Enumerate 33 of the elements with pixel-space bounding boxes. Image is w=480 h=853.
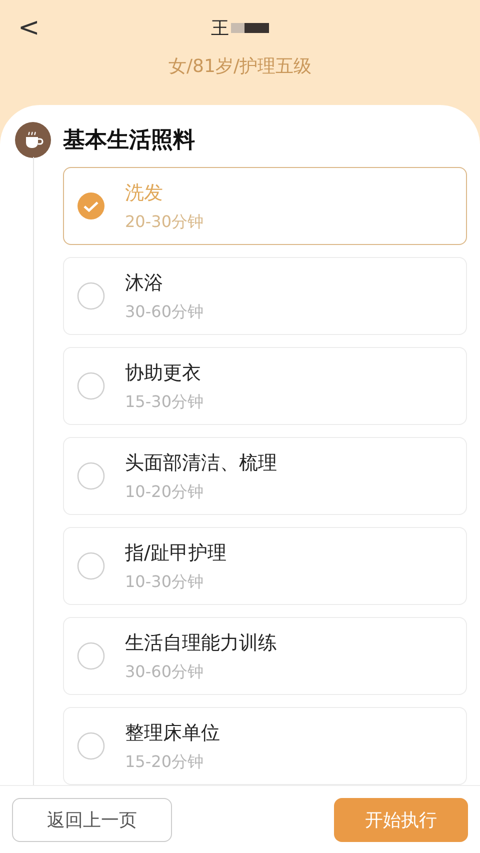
care-item-name: 协助更衣 — [125, 360, 202, 386]
coffee-cup-icon — [15, 122, 51, 158]
care-item-name: 生活自理能力训练 — [125, 630, 277, 656]
care-item-duration: 30-60分钟 — [125, 302, 204, 322]
section-title: 基本生活照料 — [63, 127, 195, 155]
care-item-duration: 30-60分钟 — [125, 662, 204, 682]
checked-icon[interactable] — [77, 192, 105, 220]
radio-circle[interactable] — [77, 642, 105, 670]
care-item-card[interactable]: 协助更衣 15-30分钟 — [63, 347, 467, 425]
care-item-name: 指/趾甲护理 — [125, 540, 226, 566]
care-item-card[interactable]: 指/趾甲护理 10-30分钟 — [63, 527, 467, 605]
back-page-button[interactable]: 返回上一页 — [12, 798, 172, 842]
back-button[interactable]: < — [14, 12, 44, 44]
radio-circle[interactable] — [77, 552, 105, 580]
care-item-card[interactable]: 生活自理能力训练 30-60分钟 — [63, 617, 467, 695]
care-item-name: 头面部清洁、梳理 — [125, 450, 277, 476]
care-item-name: 沐浴 — [125, 270, 164, 296]
care-item-duration: 10-30分钟 — [125, 572, 204, 592]
care-item-duration: 15-20分钟 — [125, 752, 204, 772]
radio-circle[interactable] — [77, 462, 105, 490]
care-item-duration: 15-30分钟 — [125, 392, 204, 412]
radio-circle[interactable] — [77, 372, 105, 400]
care-item-card[interactable]: 整理床单位 15-20分钟 — [63, 707, 467, 785]
care-item-name: 洗发 — [125, 180, 164, 206]
radio-circle[interactable] — [77, 282, 105, 310]
care-item-name: 整理床单位 — [125, 720, 220, 746]
care-item-duration: 20-30分钟 — [125, 212, 204, 232]
care-item-card[interactable]: 沐浴 30-60分钟 — [63, 257, 467, 335]
patient-info: 女/81岁/护理五级 — [167, 55, 313, 78]
care-item-duration: 10-20分钟 — [125, 482, 204, 502]
care-item-card[interactable]: 头面部清洁、梳理 10-20分钟 — [63, 437, 467, 515]
page-title: 王 — [211, 17, 229, 40]
radio-circle[interactable] — [77, 732, 105, 760]
